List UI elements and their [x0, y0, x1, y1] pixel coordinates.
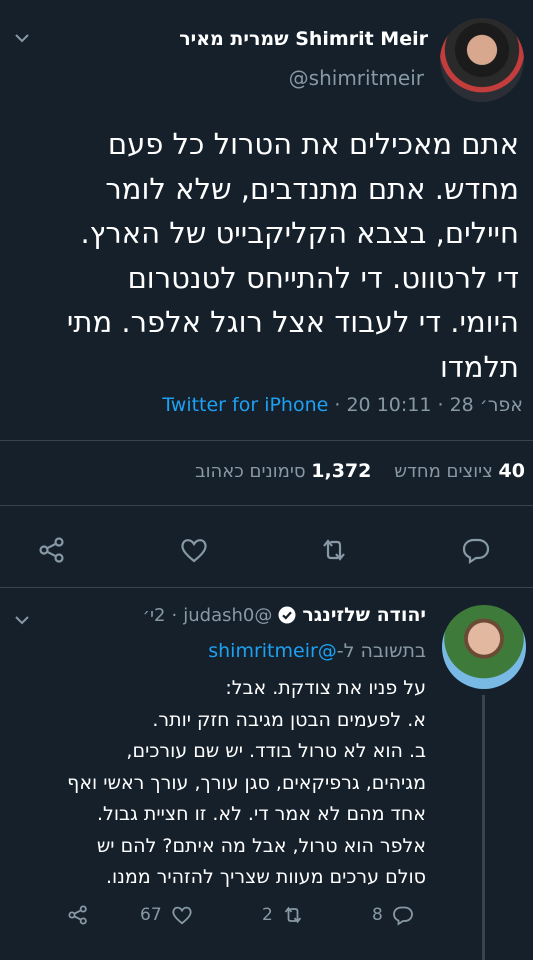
reply-text-line: א. לפעמים הבטן מגיבה חזק יותר. [152, 708, 426, 731]
retweet-icon[interactable] [318, 534, 350, 566]
avatar[interactable] [442, 605, 526, 689]
chevron-down-icon[interactable] [14, 612, 30, 628]
replying-to: בתשובה ל-@shimritmeir [208, 640, 426, 662]
divider [0, 587, 533, 588]
reply-text-line: סולם ערכים מעוות שצריך להזהיר ממנו. [106, 866, 426, 888]
tweet-text-line: די לרטווט. די להתייחס לטנטרום [127, 260, 519, 295]
likes-label: סימונים כאהוב [195, 461, 306, 482]
reply-header: יהודה שלזינגר @judash0 · 2י׳ [143, 604, 426, 626]
tweet-text-line: אתם מאכילים את הטרול כל פעם [107, 127, 519, 161]
tweet-meta: Twitter for iPhone · 20 אפר׳ 28 · 10:11 [162, 394, 523, 416]
tweet-text-line: תלמדו [440, 349, 519, 384]
tweet-age: 2י׳ [142, 604, 166, 626]
author-handle[interactable]: @judash0 [183, 605, 272, 626]
author-name[interactable]: שמרית מאיר Shimrit Meir [179, 28, 428, 50]
retweets-stat[interactable]: 40 ציוצים מחדש [394, 460, 525, 482]
reply-text: על פניו את צודקת. אבל: א. לפעמים הבטן מג… [6, 673, 426, 894]
reply-icon[interactable] [460, 534, 492, 566]
divider [0, 505, 533, 506]
author-handle[interactable]: @shimritmeir [289, 66, 424, 90]
reply-icon [392, 906, 413, 926]
separator-dot: · [171, 604, 178, 626]
retweets-label: ציוצים מחדש [394, 461, 493, 482]
retweets-count: 40 [498, 460, 525, 482]
reply-text-line: מגיהים, גרפיקאים, סגן עורך, עורך ראשי וא… [67, 771, 426, 794]
reply-retweet-button[interactable]: 2 [262, 903, 305, 927]
tweet-text-line: מחדש. אתם מתנדבים, שלא לומר [105, 171, 519, 206]
tweet-text: אתם מאכילים את הטרול כל פעם מחדש. אתם מת… [12, 122, 519, 389]
mention-link[interactable]: @shimritmeir [208, 640, 337, 662]
author-name[interactable]: יהודה שלזינגר [302, 604, 426, 626]
thread-line [482, 695, 485, 960]
retweet-count: 2 [262, 905, 273, 925]
reply-count: 8 [372, 905, 383, 925]
replying-to-prefix: בתשובה ל- [336, 640, 426, 662]
reply-reply-button[interactable]: 8 [372, 903, 415, 927]
share-icon [68, 905, 87, 925]
retweet-icon [284, 906, 302, 924]
share-icon[interactable] [36, 534, 68, 566]
reply-text-line: אלפר הוא טרול, אבל מה איתם? להם יש [96, 834, 426, 857]
tweet-timestamp: · 20 אפר׳ 28 · 10:11 [328, 394, 523, 416]
avatar[interactable] [440, 18, 524, 102]
likes-count: 1,372 [311, 460, 372, 482]
likes-stat[interactable]: 1,372 סימונים כאהוב [195, 460, 372, 482]
reply-like-button[interactable]: 67 [140, 903, 194, 927]
reply-text-line: על פניו את צודקת. אבל: [225, 677, 426, 699]
reply-text-line: ב. הוא לא טרול בודד. יש שם עורכים, [126, 740, 426, 762]
tweet-source[interactable]: Twitter for iPhone [162, 394, 328, 416]
chevron-down-icon[interactable] [14, 30, 30, 46]
like-count: 67 [140, 905, 162, 925]
heart-icon[interactable] [178, 534, 210, 566]
heart-icon [172, 906, 192, 925]
verified-badge-icon [278, 606, 296, 624]
reply-text-line: אחד מהם לא אמר די. לא. זו חציית גבול. [96, 803, 426, 825]
reply-share-button[interactable] [66, 903, 90, 927]
divider [0, 440, 533, 441]
tweet-stats: 40 ציוצים מחדש 1,372 סימונים כאהוב [195, 460, 525, 482]
tweet-text-line: היומי. די לעבוד אצל רוגל אלפר. מתי [66, 305, 519, 339]
tweet-text-line: חיילים, בצבא הקליקבייט של הארץ. [80, 216, 519, 250]
